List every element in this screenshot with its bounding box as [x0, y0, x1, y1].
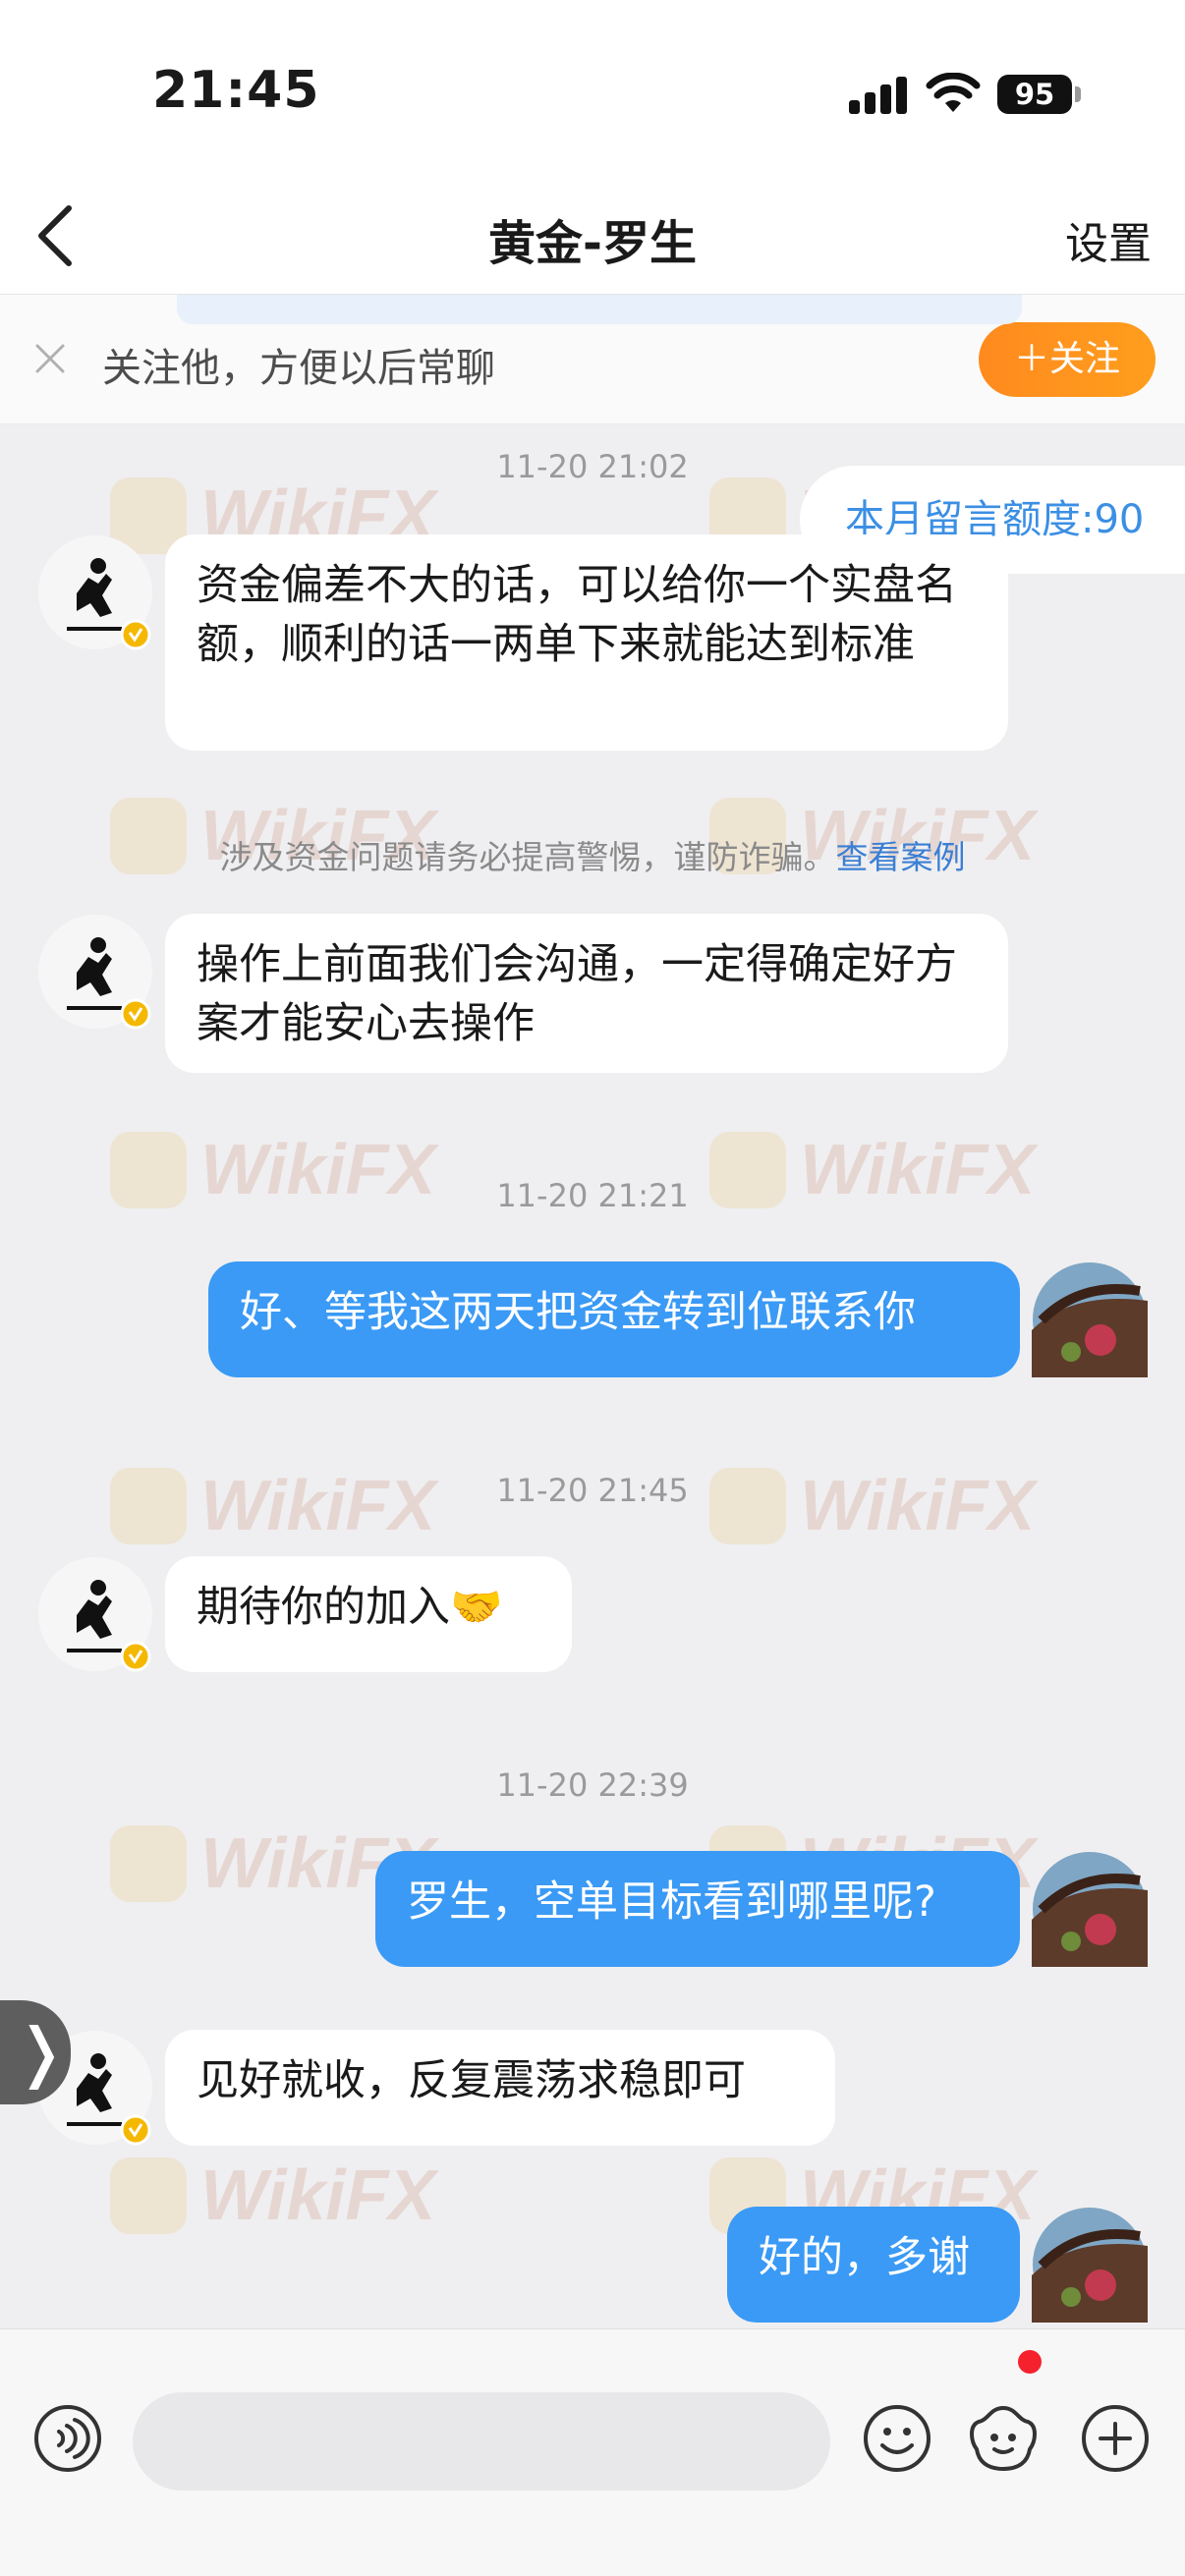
wikifx-logo-icon — [110, 2157, 187, 2234]
user-avatar[interactable] — [1032, 1261, 1148, 1377]
fraud-warning: 涉及资金问题请务必提高警惕，谨防诈骗。查看案例 — [0, 831, 1185, 878]
battery-icon: 95 — [997, 75, 1072, 114]
outgoing-message[interactable]: 罗生，空单目标看到哪里呢? — [375, 1851, 1020, 1967]
wifi-icon — [926, 73, 981, 112]
outgoing-message[interactable]: 好的，多谢 — [727, 2207, 1020, 2323]
chat-title: 黄金-罗生 — [488, 216, 697, 271]
contact-avatar[interactable] — [37, 914, 153, 1030]
message-timestamp: 11-20 22:39 — [496, 1766, 689, 1804]
user-avatar[interactable] — [1032, 1851, 1148, 1967]
follow-prompt-text: 关注他，方便以后常聊 — [102, 346, 495, 391]
side-drawer-handle[interactable]: ❭ — [0, 2000, 71, 2104]
notification-dot — [1018, 2350, 1042, 2374]
nav-bar: 黄金-罗生 设置 — [0, 177, 1185, 295]
plus-icon[interactable] — [1081, 2404, 1150, 2473]
outgoing-message[interactable]: 好、等我这两天把资金转到位联系你 — [208, 1261, 1020, 1377]
contact-avatar[interactable] — [37, 534, 153, 650]
incoming-message[interactable]: 操作上前面我们会沟通，一定得确定好方案才能安心去操作 — [165, 914, 1008, 1073]
incoming-message[interactable]: 期待你的加入🤝 — [165, 1556, 572, 1672]
chat-area[interactable]: WikiFX WikiFX WikiFX WikiFX WikiFX WikiF… — [0, 424, 1185, 2328]
watermark: WikiFX — [110, 2156, 435, 2236]
follow-button[interactable]: ＋关注 — [979, 322, 1156, 397]
previous-banner-edge — [177, 295, 1022, 324]
incoming-message[interactable]: 见好就收，反复震荡求稳即可 — [165, 2030, 835, 2146]
emoji-icon[interactable] — [863, 2404, 931, 2473]
sticker-icon[interactable] — [967, 2402, 1040, 2475]
status-time: 21:45 — [152, 61, 320, 120]
fraud-warning-text: 涉及资金问题请务必提高警惕，谨防诈骗。 — [219, 838, 836, 876]
user-avatar[interactable] — [1032, 2207, 1148, 2323]
status-bar: 21:45 95 — [0, 0, 1185, 177]
wikifx-logo-icon — [110, 1825, 187, 1902]
view-cases-link[interactable]: 查看案例 — [836, 838, 966, 876]
contact-avatar[interactable] — [37, 1556, 153, 1672]
message-input[interactable] — [133, 2392, 830, 2491]
watermark-text: WikiFX — [200, 2156, 436, 2235]
battery-tip — [1075, 86, 1081, 102]
voice-input-icon[interactable] — [33, 2404, 102, 2473]
close-icon[interactable] — [33, 342, 67, 375]
incoming-message[interactable]: 资金偏差不大的话，可以给你一个实盘名额，顺利的话一两单下来就能达到标准 — [165, 534, 1008, 751]
message-timestamp: 11-20 21:21 — [496, 1177, 689, 1214]
input-bar — [0, 2328, 1185, 2576]
message-timestamp: 11-20 21:45 — [496, 1472, 689, 1509]
settings-button[interactable]: 设置 — [1065, 208, 1152, 271]
